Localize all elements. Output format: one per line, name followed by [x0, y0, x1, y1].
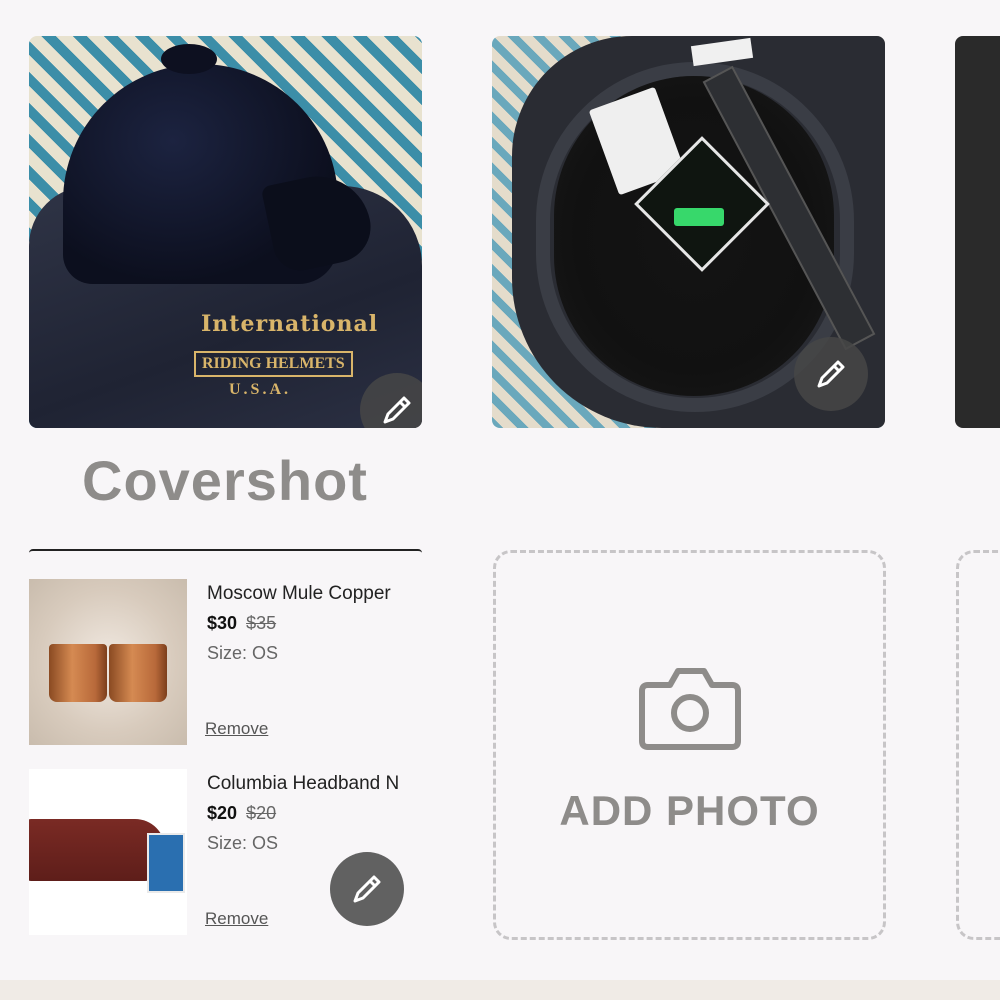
bag-logo-line3: U.S.A.	[229, 381, 292, 398]
item-original-price: $35	[246, 613, 277, 633]
pencil-icon	[353, 875, 381, 903]
item-size: Size: OS	[207, 643, 279, 663]
helmet-photo: International RIDING HELMETS U.S.A.	[29, 36, 422, 428]
item-price: $30	[207, 613, 238, 633]
item-thumbnail	[29, 769, 187, 935]
pencil-icon	[817, 360, 845, 388]
helmet-button	[161, 44, 217, 74]
bag-logo-brand: International	[201, 311, 379, 337]
bag-logo-line2: RIDING HELMETS	[194, 351, 353, 377]
camera-icon	[639, 668, 741, 750]
bundle-tile[interactable]: Moscow Mule Copper $30 $35 Size: OS Remo…	[29, 549, 422, 940]
item-original-price: $20	[246, 803, 277, 823]
photo-tile-3[interactable]	[955, 36, 1000, 428]
photo-tile-cover[interactable]: International RIDING HELMETS U.S.A.	[29, 36, 422, 428]
item-size: Size: OS	[207, 833, 279, 853]
item-price-line: $20 $20	[207, 803, 276, 824]
mug-shape	[109, 644, 167, 702]
item-price: $20	[207, 803, 238, 823]
headband-tag	[147, 833, 185, 893]
headband-shape	[29, 819, 165, 881]
photo-tile-2[interactable]	[492, 36, 885, 428]
covershot-label: Covershot	[82, 449, 368, 512]
add-photo-button[interactable]: ADD PHOTO	[493, 550, 886, 940]
item-title: Columbia Headband N	[207, 773, 400, 794]
item-title: Moscow Mule Copper	[207, 583, 391, 604]
bundle-item: Moscow Mule Copper $30 $35 Size: OS Remo…	[29, 579, 422, 759]
bottom-strip	[0, 980, 1000, 1000]
edit-bundle-button[interactable]	[330, 852, 404, 926]
mug-shape	[49, 644, 107, 702]
item-price-line: $30 $35	[207, 613, 276, 634]
edit-photo-button[interactable]	[794, 337, 868, 411]
add-photo-label: ADD PHOTO	[559, 787, 820, 834]
add-photo-button-2[interactable]	[956, 550, 1000, 940]
item-thumbnail	[29, 579, 187, 745]
pencil-icon	[383, 396, 411, 424]
remove-item-link[interactable]: Remove	[205, 909, 268, 929]
certification-mark	[674, 208, 724, 226]
remove-item-link[interactable]: Remove	[205, 719, 268, 739]
